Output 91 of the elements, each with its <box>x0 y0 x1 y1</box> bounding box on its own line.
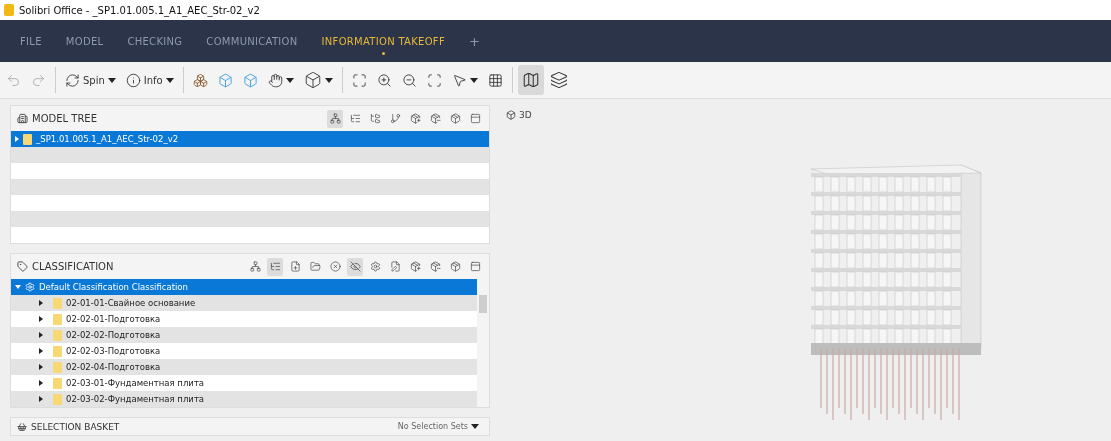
redo-icon <box>31 72 46 88</box>
edit-file-icon <box>389 261 401 272</box>
menu-tab[interactable]: CHECKING <box>127 35 183 47</box>
expand-icon <box>15 136 19 142</box>
add-package-icon <box>409 113 421 124</box>
hierarchy-icon <box>249 261 261 272</box>
spin-button[interactable]: Spin <box>61 65 120 95</box>
expand-icon <box>39 364 43 370</box>
list-tree-icon <box>269 261 281 272</box>
layers-icon <box>549 71 568 89</box>
scrollbar[interactable] <box>477 279 489 407</box>
remove-package-icon <box>429 261 441 272</box>
hidden-eye-button[interactable] <box>347 257 363 276</box>
selection-sets-dropdown[interactable]: No Selection Sets <box>393 422 483 431</box>
panel-title: MODEL TREE <box>32 113 98 124</box>
tree-row[interactable]: 02-03-02-Фундаментная плита <box>11 391 477 407</box>
branch-icon <box>389 113 401 124</box>
add-package-icon <box>409 261 421 272</box>
expand-icon <box>39 300 43 306</box>
info-icon <box>125 72 141 88</box>
undo-icon <box>6 72 21 88</box>
hidden-eye-icon <box>349 261 361 272</box>
panel-icon <box>469 113 481 124</box>
panel-title: CLASSIFICATION <box>32 261 115 272</box>
hand-icon <box>267 72 283 88</box>
zoom-fit-icon <box>351 72 367 88</box>
panel-icon <box>469 261 481 272</box>
spin-icon <box>65 72 80 88</box>
menu-tab[interactable]: INFORMATION TAKEOFF <box>321 35 445 47</box>
tree-row[interactable]: Default Classification Classification <box>11 279 477 295</box>
zoom-selection-icon <box>426 72 442 88</box>
map-icon <box>521 71 540 89</box>
box-icon <box>242 72 258 88</box>
zoom-in-icon <box>376 72 392 88</box>
caret-icon <box>471 424 479 429</box>
tree-row[interactable]: _SP1.01.005.1_A1_AEC_Str-02_v2 <box>11 131 489 147</box>
folder-icon <box>53 377 62 389</box>
caret-icon <box>324 77 333 83</box>
remove-package-icon <box>429 113 441 124</box>
menu-tab[interactable]: MODEL <box>65 35 104 47</box>
package-icon <box>449 113 461 124</box>
menu-tab[interactable]: COMMUNICATION <box>206 35 298 47</box>
basket-icon <box>17 421 27 432</box>
viewport-title: 3D <box>519 110 532 120</box>
folder-icon <box>53 345 62 357</box>
list-tree-icon <box>349 113 361 124</box>
cube-icon <box>303 71 322 89</box>
hierarchy-icon <box>329 113 341 124</box>
tree-row[interactable]: 02-02-02-Подготовка <box>11 327 477 343</box>
expand-icon <box>39 348 43 354</box>
new-file-icon <box>289 261 301 272</box>
tree-row[interactable]: 02-02-04-Подготовка <box>11 359 477 375</box>
active-tab-dot <box>382 51 386 55</box>
map-button[interactable] <box>517 65 544 95</box>
window-title: Solibri Office - _SP1.01.005.1_A1_AEC_Str-02_v2 <box>19 4 260 16</box>
folder-icon <box>53 393 62 405</box>
tag-icon <box>17 261 28 272</box>
list-tree-button[interactable] <box>267 257 283 276</box>
pointer-icon <box>451 72 467 88</box>
grid-plane-icon <box>487 72 503 88</box>
caret-icon <box>469 77 478 83</box>
boxes-icon <box>192 72 208 88</box>
hierarchy-button[interactable] <box>327 109 343 128</box>
panel-title: SELECTION BASKET <box>31 421 121 432</box>
caret-icon <box>285 77 294 83</box>
zoom-out-icon <box>401 72 417 88</box>
package-icon <box>449 261 461 272</box>
open-folder-icon <box>309 261 321 272</box>
app-icon <box>4 4 14 16</box>
expand-icon <box>39 396 43 402</box>
caret-icon <box>107 77 116 83</box>
tree-row[interactable]: 02-01-01-Свайное основание <box>11 295 477 311</box>
scrollbar-thumb[interactable] <box>479 295 487 313</box>
building-icon <box>17 113 28 124</box>
expand-icon <box>39 380 43 386</box>
expand-icon <box>39 332 43 338</box>
expand-icon <box>39 316 43 322</box>
caret-icon <box>165 77 174 83</box>
settings-icon <box>369 261 381 272</box>
folder-icon <box>53 313 62 325</box>
info-button[interactable]: Info <box>121 65 178 95</box>
box-icon <box>217 72 233 88</box>
expand-icon <box>15 285 21 289</box>
menu-tab[interactable]: FILE <box>20 35 42 47</box>
folder-icon <box>53 361 62 373</box>
cube-icon <box>506 110 516 120</box>
folder-tree-icon <box>369 113 381 124</box>
folder-icon <box>53 297 62 309</box>
add-tab-button[interactable]: + <box>468 33 481 49</box>
close-icon <box>329 261 341 272</box>
folder-icon <box>53 329 62 341</box>
